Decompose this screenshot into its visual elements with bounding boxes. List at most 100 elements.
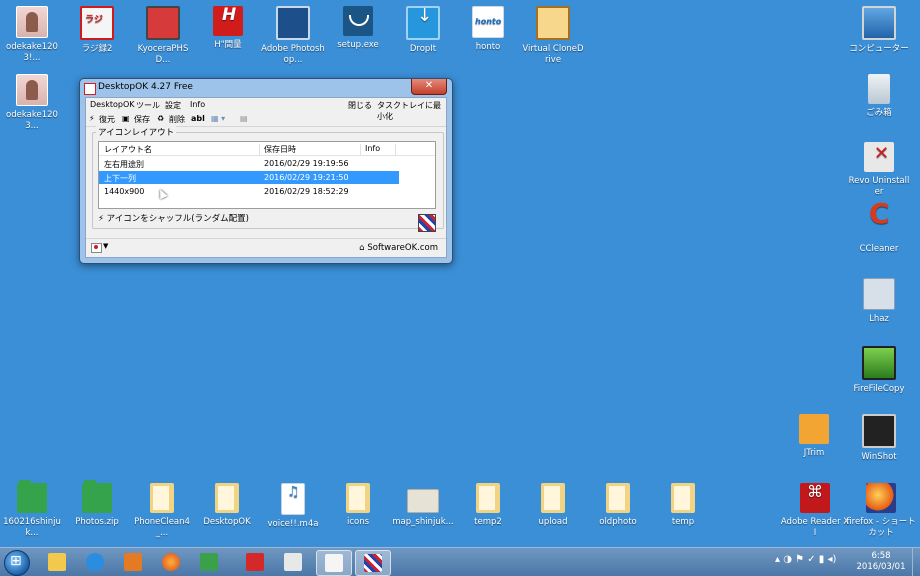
softwareok-link[interactable]: ⌂ SoftwareOK.com bbox=[359, 243, 438, 253]
firefox-icon bbox=[866, 483, 896, 513]
taskbar-firefox[interactable] bbox=[154, 550, 188, 574]
radio-icon bbox=[246, 553, 264, 571]
layout-list[interactable]: レイアウト名 保存日時 Info 左右用途別 2016/02/29 19:19:… bbox=[98, 141, 436, 209]
desktop-icon-photos-zip[interactable]: Photos.zip bbox=[65, 480, 129, 528]
desktop-icon-photoshop[interactable]: Adobe Photoshop... bbox=[261, 6, 325, 66]
desktopok-window[interactable]: DesktopOK 4.27 Free ✕ DesktopOK ツール 設定 I… bbox=[79, 78, 453, 264]
taskbar-radio[interactable] bbox=[238, 550, 272, 574]
menu-bar: DesktopOK ツール 設定 Info 閉じる タスクトレイに最小化 bbox=[86, 98, 446, 121]
menu-close[interactable]: 閉じる bbox=[348, 100, 372, 111]
shuffle-option[interactable]: ⚡ アイコンをシャッフル(ランダム配置) bbox=[98, 212, 249, 224]
system-tray[interactable]: ▴ ◑ ⚑ ✓ ▮ ◂) bbox=[775, 554, 836, 565]
zip-folder-icon bbox=[82, 480, 112, 513]
desktop-icon-firefox-shortcut[interactable]: firefox - ショートカット bbox=[846, 483, 916, 539]
desktopok-icon bbox=[364, 554, 382, 572]
desktop-icon-computer[interactable]: コンピューター bbox=[847, 6, 911, 55]
radio-icon bbox=[80, 6, 114, 40]
taskbar-app[interactable] bbox=[276, 550, 310, 574]
desktop-icon-h-app[interactable]: H"間量 bbox=[196, 6, 260, 51]
menu-tools[interactable]: ツール bbox=[136, 100, 160, 111]
media-player-icon bbox=[124, 553, 142, 571]
desktop-icon-odekake-2[interactable]: odekake1203... bbox=[0, 74, 64, 132]
taskbar-media[interactable] bbox=[116, 550, 150, 574]
desktop-icon-desktopok[interactable]: DesktopOK bbox=[195, 483, 259, 528]
folder-icon bbox=[150, 483, 174, 513]
desktop-icon-recycle-bin[interactable]: ごみ箱 bbox=[847, 74, 911, 119]
layout-date: 2016/02/29 18:52:29 bbox=[264, 187, 349, 196]
desktop-icon-upload[interactable]: upload bbox=[521, 483, 585, 528]
phone-app-icon bbox=[146, 6, 180, 40]
desktop-icon-voice-m4a[interactable]: voice!!.m4a bbox=[261, 483, 325, 530]
desktop-icon-virtual-clonedrive[interactable]: Virtual CloneDrive bbox=[521, 6, 585, 66]
list-item[interactable]: 左右用途別 2016/02/29 19:19:56 bbox=[99, 157, 399, 170]
chevron-down-icon[interactable]: ▼ bbox=[103, 242, 108, 250]
shuffle-label: アイコンをシャッフル(ランダム配置) bbox=[106, 214, 249, 224]
start-button[interactable] bbox=[4, 550, 30, 576]
list-item[interactable]: 1440x900 2016/02/29 18:52:29 bbox=[99, 185, 399, 198]
folder-icon bbox=[541, 483, 565, 513]
desktop-icon-ccleaner[interactable]: CCleaner bbox=[847, 208, 911, 255]
desktop-icon-phoneclean[interactable]: PhoneClean4_... bbox=[130, 483, 194, 539]
taskbar-ffftp[interactable] bbox=[192, 550, 226, 574]
desktop-icon-firefilecopy[interactable]: FireFileCopy bbox=[847, 346, 911, 395]
menu-settings[interactable]: 設定 bbox=[165, 100, 181, 111]
restore-button[interactable]: 復元 bbox=[99, 114, 115, 125]
window-client: DesktopOK ツール 設定 Info 閉じる タスクトレイに最小化 ⚡ 復… bbox=[85, 97, 447, 258]
clock[interactable]: 6:58 2016/03/01 bbox=[855, 551, 907, 573]
column-header-date[interactable]: 保存日時 bbox=[259, 144, 361, 155]
desktop-icon-oldphoto[interactable]: oldphoto bbox=[586, 483, 650, 528]
layout-icon[interactable]: ▤ bbox=[240, 114, 248, 123]
view-grid-icon[interactable]: ▦ ▾ bbox=[211, 114, 225, 123]
folder-icon bbox=[215, 483, 239, 513]
group-label: アイコンレイアウト bbox=[96, 126, 177, 138]
shuffle-grid-icon[interactable] bbox=[418, 214, 436, 232]
column-header-info[interactable]: Info bbox=[360, 144, 396, 155]
column-header-name[interactable]: レイアウト名 bbox=[99, 144, 260, 155]
taskbar-ie[interactable] bbox=[78, 550, 112, 574]
menu-desktopok[interactable]: DesktopOK bbox=[90, 100, 135, 109]
desktop-icon-temp[interactable]: temp bbox=[651, 483, 715, 528]
list-header: レイアウト名 保存日時 Info bbox=[99, 142, 435, 156]
window-titlebar[interactable]: DesktopOK 4.27 Free ✕ bbox=[80, 79, 452, 97]
map-image-icon bbox=[407, 489, 439, 513]
rename-button[interactable]: abl bbox=[191, 114, 205, 123]
desktop-icon-map-shinjuku[interactable]: map_shinjuk... bbox=[391, 483, 455, 528]
softwareok-link-label: SoftwareOK.com bbox=[367, 243, 438, 253]
pdf-reader-icon bbox=[800, 483, 830, 513]
save-icon: ▣ bbox=[122, 114, 130, 123]
close-button[interactable]: ✕ bbox=[411, 79, 447, 95]
list-item-selected[interactable]: 上下一列 2016/02/29 19:21:50 bbox=[99, 171, 399, 184]
desktop-icon-adobe-reader[interactable]: Adobe Reader XI bbox=[780, 483, 850, 539]
desktop-icon-odekake-1[interactable]: odekake1203!... bbox=[0, 6, 64, 64]
delete-button[interactable]: 削除 bbox=[169, 114, 185, 125]
desktop: odekake1203!... ラジ録2 KyoceraPHSD... H"間量… bbox=[0, 0, 920, 547]
desktop-icon-lhaz[interactable]: Lhaz bbox=[847, 278, 911, 325]
computer-icon bbox=[862, 6, 896, 40]
photo-icon bbox=[16, 74, 48, 106]
clock-time: 6:58 bbox=[871, 551, 891, 561]
desktop-icon-160216shinjuku[interactable]: 160216shinjuk... bbox=[0, 480, 64, 539]
desktop-icon-revo[interactable]: Revo Uninstaller bbox=[847, 142, 911, 198]
desktop-icon-temp2[interactable]: temp2 bbox=[456, 483, 520, 528]
uninstaller-icon bbox=[864, 142, 894, 172]
desktop-icon-rajiroku[interactable]: ラジ録2 bbox=[65, 6, 129, 55]
desktop-icon-honto[interactable]: honto bbox=[456, 6, 520, 53]
download-arrow-icon bbox=[406, 6, 440, 40]
desktop-icon-jtrim[interactable]: JTrim bbox=[782, 414, 846, 459]
save-button[interactable]: 保存 bbox=[134, 114, 150, 125]
taskbar-explorer[interactable] bbox=[40, 550, 74, 574]
desktop-icon-kyocera[interactable]: KyoceraPHSD... bbox=[131, 6, 195, 66]
layout-date: 2016/02/29 19:21:50 bbox=[264, 173, 349, 182]
ccleaner-icon bbox=[864, 208, 894, 240]
show-desktop-button[interactable] bbox=[912, 548, 920, 576]
language-flag-icon[interactable] bbox=[91, 243, 102, 253]
taskbar-editor[interactable] bbox=[316, 550, 352, 576]
desktop-icon-winshot[interactable]: WinShot bbox=[847, 414, 911, 463]
taskbar-desktopok[interactable] bbox=[355, 550, 391, 576]
firefox-icon bbox=[162, 553, 180, 571]
menu-info[interactable]: Info bbox=[190, 100, 205, 109]
mail-icon bbox=[284, 553, 302, 571]
desktop-icon-dropit[interactable]: DropIt bbox=[391, 6, 455, 55]
desktop-icon-icons-folder[interactable]: icons bbox=[326, 483, 390, 528]
desktop-icon-setup[interactable]: setup.exe bbox=[326, 6, 390, 51]
